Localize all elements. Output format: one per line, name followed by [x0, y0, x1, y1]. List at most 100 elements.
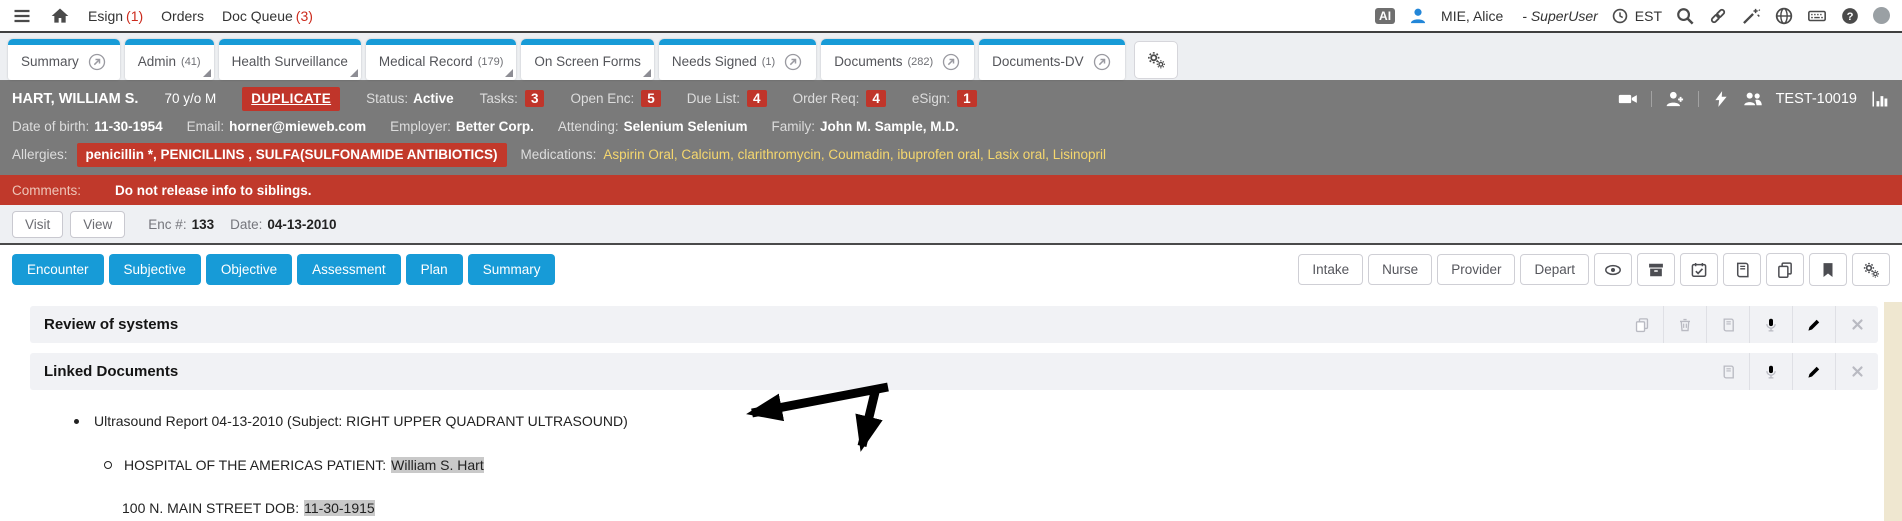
open-enc-count-badge[interactable]: 5 [641, 90, 661, 107]
book-icon[interactable] [1707, 353, 1749, 390]
intake-button[interactable]: Intake [1298, 254, 1363, 285]
nav-esign-label: Esign [88, 8, 123, 24]
tab-summary[interactable]: Summary [8, 39, 120, 80]
encounter-tab-button[interactable]: Encounter [12, 254, 104, 285]
enc-date-field: Date:04-13-2010 [230, 217, 336, 232]
flash-icon[interactable] [1712, 90, 1730, 108]
attending-label: Attending: [558, 119, 619, 134]
tab-health-surveillance[interactable]: Health Surveillance [219, 39, 361, 80]
document-detail-line: 100 N. MAIN STREET DOB: 11-30-1915 [122, 500, 1902, 516]
tab-on-screen-forms[interactable]: On Screen Forms [521, 39, 654, 80]
tab-medical-record[interactable]: Medical Record (179) [366, 39, 516, 80]
nav-esign[interactable]: Esign(1) [88, 8, 143, 24]
tab-documents-dv-label: Documents-DV [992, 54, 1084, 69]
plan-tab-button[interactable]: Plan [406, 254, 463, 285]
open-in-new-icon[interactable] [1092, 52, 1112, 72]
tasks-count-badge[interactable]: 3 [525, 90, 545, 107]
objective-tab-button[interactable]: Objective [206, 254, 292, 285]
esign-field: eSign:1 [912, 89, 977, 109]
tab-admin[interactable]: Admin (41) [125, 39, 214, 80]
status-field: Status:Active [366, 89, 454, 109]
chart-tab-bar: Summary Admin (41) Health Surveillance M… [0, 33, 1902, 80]
tab-documents-count: (282) [907, 56, 933, 68]
clock-icon[interactable] [1611, 7, 1629, 25]
open-in-new-icon[interactable] [783, 52, 803, 72]
book-icon[interactable] [1706, 306, 1749, 343]
due-list-label: Due List: [687, 91, 740, 106]
bookmark-icon[interactable] [1809, 253, 1847, 286]
eye-icon[interactable] [1594, 253, 1632, 286]
home-icon[interactable] [50, 6, 70, 26]
archive-icon[interactable] [1637, 253, 1675, 286]
esign-count-badge[interactable]: 1 [957, 90, 977, 107]
help-icon[interactable] [1840, 6, 1860, 26]
nurse-button[interactable]: Nurse [1368, 254, 1432, 285]
keyboard-icon[interactable] [1807, 6, 1827, 26]
microphone-icon[interactable] [1749, 353, 1792, 390]
user-icon[interactable] [1408, 6, 1428, 26]
order-req-count-badge[interactable]: 4 [866, 90, 886, 107]
copy-icon[interactable] [1766, 253, 1804, 286]
calendar-check-icon[interactable] [1680, 253, 1718, 286]
tab-documents-label: Documents [834, 54, 902, 69]
chart-icon[interactable] [1870, 89, 1890, 109]
email-value: horner@mieweb.com [229, 119, 366, 134]
open-in-new-icon[interactable] [941, 52, 961, 72]
encounter-nav-bar: Encounter Subjective Objective Assessmen… [0, 245, 1902, 294]
allergies-value[interactable]: penicillin *, PENICILLINS , SULFA(SULFON… [77, 143, 507, 167]
tab-health-surveillance-label: Health Surveillance [232, 54, 348, 69]
enc-date-label: Date: [230, 217, 262, 232]
book-icon[interactable] [1723, 253, 1761, 286]
dob-value: 11-30-1954 [94, 119, 162, 134]
open-in-new-icon[interactable] [87, 52, 107, 72]
allergies-label: Allergies: [12, 145, 68, 165]
visit-button[interactable]: Visit [12, 211, 63, 238]
users-icon[interactable] [1743, 89, 1763, 109]
video-icon[interactable] [1618, 89, 1638, 109]
tab-summary-label: Summary [21, 54, 79, 69]
nav-esign-count: (1) [126, 8, 143, 24]
medications-value[interactable]: Aspirin Oral, Calcium, clarithromycin, C… [603, 145, 1106, 165]
pencil-icon[interactable] [1792, 306, 1835, 343]
view-button[interactable]: View [70, 211, 125, 238]
tab-documents[interactable]: Documents (282) [821, 39, 974, 80]
menu-icon[interactable] [12, 6, 32, 26]
copy-icon[interactable] [1621, 306, 1663, 343]
assessment-tab-button[interactable]: Assessment [297, 254, 401, 285]
ai-badge[interactable]: AI [1375, 8, 1395, 24]
email-label: Email: [187, 119, 225, 134]
subjective-tab-button[interactable]: Subjective [109, 254, 201, 285]
add-patient-icon[interactable] [1665, 89, 1685, 109]
search-icon[interactable] [1675, 6, 1695, 26]
trash-icon[interactable] [1663, 306, 1706, 343]
medications-label: Medications: [521, 145, 597, 165]
enc-number-field: Enc #:133 [148, 217, 214, 232]
close-icon[interactable] [1835, 353, 1878, 390]
pencil-icon[interactable] [1792, 353, 1835, 390]
open-enc-field: Open Enc:5 [570, 89, 660, 109]
tab-settings-button[interactable] [1134, 41, 1178, 79]
nav-orders-label: Orders [161, 8, 204, 24]
tab-medical-record-count: (179) [478, 56, 504, 68]
provider-button[interactable]: Provider [1437, 254, 1515, 285]
section-review-of-systems: Review of systems [30, 306, 1878, 343]
globe-icon[interactable] [1774, 6, 1794, 26]
tab-needs-signed[interactable]: Needs Signed (1) [659, 39, 816, 80]
summary-tab-button[interactable]: Summary [468, 254, 556, 285]
depart-button[interactable]: Depart [1520, 254, 1589, 285]
nav-orders[interactable]: Orders [161, 8, 204, 24]
close-icon[interactable] [1835, 306, 1878, 343]
settings-icon[interactable] [1852, 253, 1890, 286]
due-list-count-badge[interactable]: 4 [747, 90, 767, 107]
link-icon[interactable] [1708, 6, 1728, 26]
tab-documents-dv[interactable]: Documents-DV [979, 39, 1125, 80]
duplicate-badge[interactable]: DUPLICATE [242, 87, 340, 111]
wand-icon[interactable] [1741, 6, 1761, 26]
patient-name-highlight: William S. Hart [391, 457, 484, 473]
nav-doc-queue[interactable]: Doc Queue(3) [222, 8, 313, 24]
tab-needs-signed-count: (1) [762, 56, 775, 68]
presence-icon[interactable] [1873, 7, 1890, 24]
gears-icon [1146, 50, 1166, 70]
microphone-icon[interactable] [1749, 306, 1792, 343]
user-role: - SuperUser [1522, 8, 1597, 24]
